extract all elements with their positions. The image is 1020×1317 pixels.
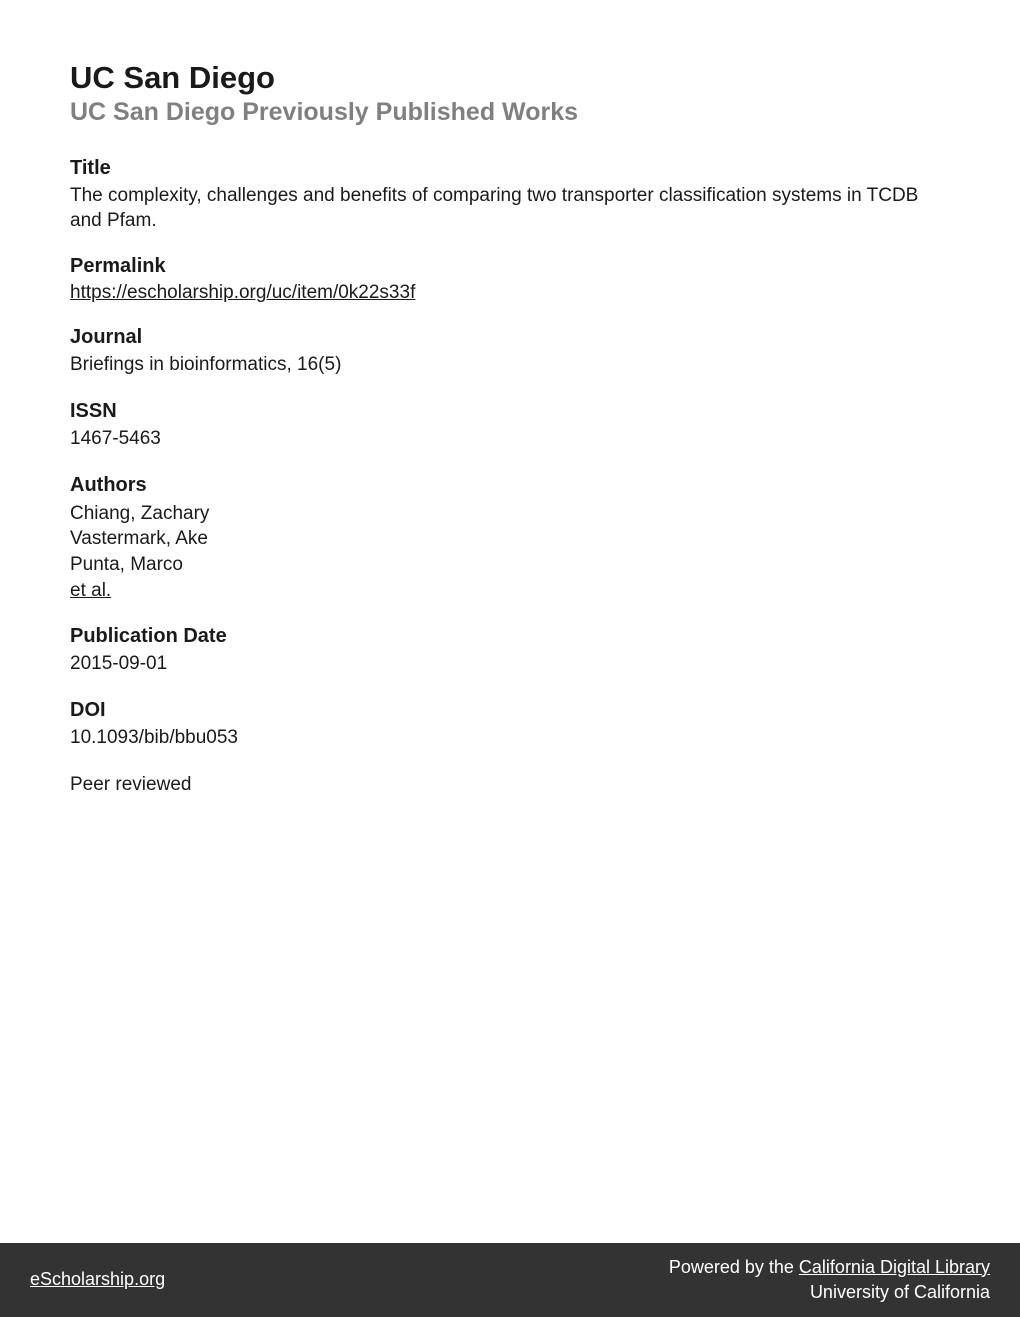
permalink-label: Permalink bbox=[70, 255, 950, 278]
issn-label: ISSN bbox=[70, 400, 950, 423]
journal-text: Briefings in bioinformatics, 16(5) bbox=[70, 353, 950, 378]
issn-section: ISSN 1467-5463 bbox=[70, 400, 950, 452]
journal-label: Journal bbox=[70, 326, 950, 349]
footer-right-block: Powered by the California Digital Librar… bbox=[669, 1255, 990, 1305]
authors-section: Authors Chiang, Zachary Vastermark, Ake … bbox=[70, 474, 950, 604]
peer-reviewed-text: Peer reviewed bbox=[70, 773, 950, 798]
authors-list: Chiang, Zachary Vastermark, Ake Punta, M… bbox=[70, 501, 950, 604]
institution-heading: UC San Diego bbox=[70, 60, 950, 96]
title-label: Title bbox=[70, 157, 950, 180]
publication-date-label: Publication Date bbox=[70, 625, 950, 648]
doi-text: 10.1093/bib/bbu053 bbox=[70, 726, 950, 751]
title-text: The complexity, challenges and benefits … bbox=[70, 184, 950, 233]
et-al-link[interactable]: et al. bbox=[70, 578, 950, 604]
permalink-section: Permalink https://escholarship.org/uc/it… bbox=[70, 255, 950, 304]
author-item: Punta, Marco bbox=[70, 552, 950, 578]
issn-text: 1467-5463 bbox=[70, 427, 950, 452]
collection-heading: UC San Diego Previously Published Works bbox=[70, 98, 950, 127]
journal-section: Journal Briefings in bioinformatics, 16(… bbox=[70, 326, 950, 378]
permalink-link[interactable]: https://escholarship.org/uc/item/0k22s33… bbox=[70, 282, 950, 304]
powered-by-prefix: Powered by the bbox=[669, 1257, 799, 1277]
cdl-link[interactable]: California Digital Library bbox=[799, 1257, 990, 1277]
authors-label: Authors bbox=[70, 474, 950, 497]
author-item: Chiang, Zachary bbox=[70, 501, 950, 527]
page-content: UC San Diego UC San Diego Previously Pub… bbox=[0, 0, 1020, 797]
title-section: Title The complexity, challenges and ben… bbox=[70, 157, 950, 233]
escholarship-link[interactable]: eScholarship.org bbox=[30, 1269, 165, 1290]
publication-date-section: Publication Date 2015-09-01 bbox=[70, 625, 950, 677]
doi-label: DOI bbox=[70, 699, 950, 722]
publication-date-text: 2015-09-01 bbox=[70, 652, 950, 677]
page-footer: eScholarship.org Powered by the Californ… bbox=[0, 1243, 1020, 1317]
author-item: Vastermark, Ake bbox=[70, 526, 950, 552]
university-line: University of California bbox=[810, 1282, 990, 1302]
doi-section: DOI 10.1093/bib/bbu053 bbox=[70, 699, 950, 751]
footer-powered-by-line: Powered by the California Digital Librar… bbox=[669, 1255, 990, 1280]
